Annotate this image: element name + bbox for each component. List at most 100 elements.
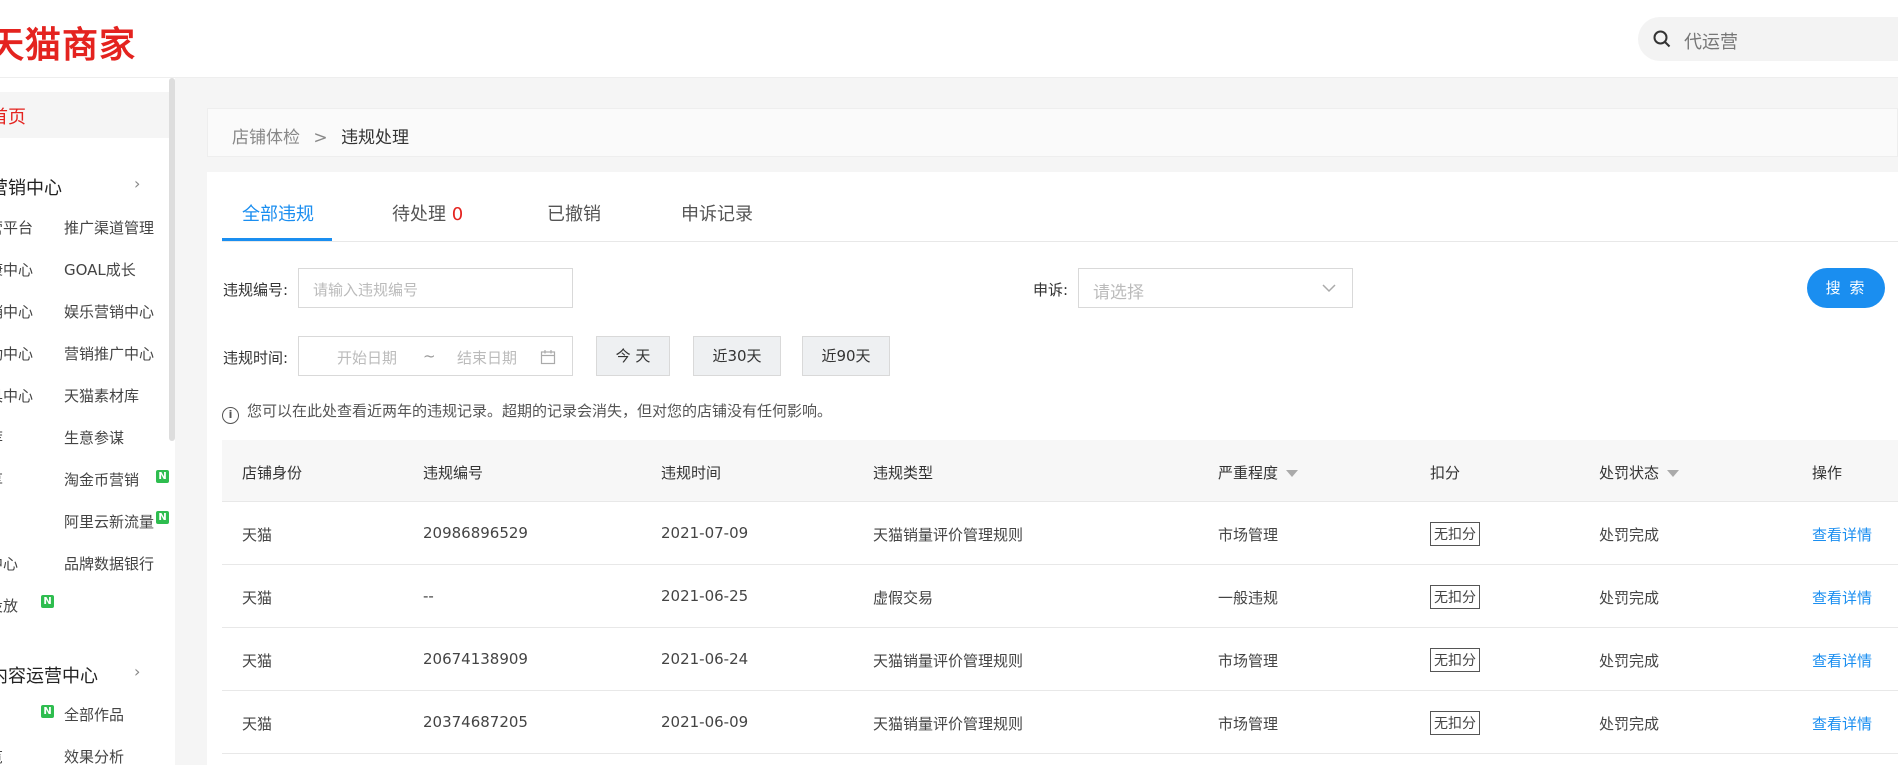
sidebar-item[interactable]: 具中心 xyxy=(0,385,33,406)
last-30-days-button[interactable]: 近30天 xyxy=(693,336,781,376)
cell-time: 2021-07-09 xyxy=(661,524,749,542)
cell-status: 处罚完成 xyxy=(1599,589,1660,607)
last-90-days-button[interactable]: 近90天 xyxy=(802,336,890,376)
table-row: 天猫 20674138909 2021-06-24 天猫销量评价管理规则 市场管… xyxy=(222,628,1898,691)
view-details-link[interactable]: 查看详情 xyxy=(1812,713,1872,734)
column-header: 处罚状态 xyxy=(1599,464,1660,482)
view-details-link[interactable]: 查看详情 xyxy=(1812,587,1872,608)
column-header: 严重程度 xyxy=(1218,464,1279,482)
cell-points-tag: 无扣分 xyxy=(1430,648,1480,672)
sidebar-item[interactable]: 推广渠道管理 xyxy=(64,217,154,238)
breadcrumb-parent[interactable]: 店铺体检 xyxy=(232,128,300,148)
active-tab-indicator xyxy=(222,238,332,241)
cell-severity: 一般违规 xyxy=(1218,589,1279,607)
cell-id: 20374687205 xyxy=(423,713,528,731)
search-input[interactable]: 代运营 xyxy=(1684,28,1738,54)
brand-logo[interactable]: 天猫商家 xyxy=(0,16,136,68)
sidebar-item[interactable]: 生意参谋 xyxy=(64,427,124,448)
new-badge: N xyxy=(41,705,54,718)
column-header: 违规类型 xyxy=(873,464,934,482)
chevron-right-icon[interactable]: › xyxy=(134,662,140,681)
chevron-right-icon[interactable]: › xyxy=(134,174,140,193)
appeal-select[interactable]: 请选择 xyxy=(1078,268,1353,308)
filter-icon[interactable] xyxy=(1286,470,1299,477)
sidebar: 首页 营销中心 › 营平台 推广渠道管理 康中心 GOAL成长 销中心 娱乐营销… xyxy=(0,78,175,765)
sidebar-item-label: 首页 xyxy=(0,107,26,128)
pending-count: 0 xyxy=(451,204,464,225)
cell-shop: 天猫 xyxy=(242,526,273,544)
appeal-placeholder: 请选择 xyxy=(1093,283,1144,303)
table-row: 天猫 20374687205 2021-06-09 天猫销量评价管理规则 市场管… xyxy=(222,691,1898,754)
cell-points-tag: 无扣分 xyxy=(1430,711,1480,735)
sidebar-section-content[interactable]: 内容运营中心 xyxy=(0,662,98,688)
sidebar-item[interactable]: GOAL成长 xyxy=(64,259,136,280)
sidebar-item[interactable]: 品牌数据银行 xyxy=(64,553,154,574)
tab-label: 待处理 xyxy=(392,204,446,225)
filter-icon[interactable] xyxy=(1667,470,1680,477)
search-icon xyxy=(1653,30,1671,48)
cell-type: 天猫销量评价管理规则 xyxy=(873,526,1024,544)
sidebar-item[interactable]: 营销推广中心 xyxy=(64,343,154,364)
sidebar-item[interactable]: 荐 xyxy=(0,427,3,448)
search-box[interactable]: 代运营 xyxy=(1638,17,1898,61)
violation-time-label: 违规时间: xyxy=(223,349,289,367)
sidebar-item[interactable]: 娱乐营销中心 xyxy=(64,301,154,322)
new-badge: N xyxy=(156,470,169,483)
search-button[interactable]: 搜 索 xyxy=(1807,268,1885,308)
end-date-input[interactable]: 结束日期 xyxy=(457,347,517,368)
table-row: 天猫 20986896529 2021-07-09 天猫销量评价管理规则 市场管… xyxy=(222,502,1898,565)
sidebar-item[interactable]: 投放 xyxy=(0,595,18,616)
breadcrumb-bar: 店铺体检 > 违规处理 xyxy=(207,108,1898,157)
column-header-severity: 严重程度 xyxy=(1218,462,1299,483)
column-header: 店铺身份 xyxy=(242,464,303,482)
date-range-picker[interactable]: 开始日期 ~ 结束日期 xyxy=(298,336,573,376)
cell-status: 处罚完成 xyxy=(1599,652,1660,670)
cell-shop: 天猫 xyxy=(242,652,273,670)
sidebar-item[interactable]: 全部作品 xyxy=(64,704,124,725)
sidebar-item[interactable]: 中心 xyxy=(0,553,18,574)
sidebar-item[interactable]: 营平台 xyxy=(0,217,33,238)
new-badge: N xyxy=(156,511,169,524)
cell-status: 处罚完成 xyxy=(1599,715,1660,733)
breadcrumb-separator: > xyxy=(313,128,328,148)
breadcrumb-current: 违规处理 xyxy=(341,128,410,148)
tab-all-violations[interactable]: 全部违规 xyxy=(242,200,314,226)
info-tip-text: 您可以在此处查看近两年的违规记录。超期的记录会消失，但对您的店铺没有任何影响。 xyxy=(247,402,833,420)
sidebar-item[interactable]: 览 xyxy=(0,746,3,765)
cell-type: 虚假交易 xyxy=(873,589,934,607)
sidebar-item[interactable]: 享 xyxy=(0,469,3,490)
tab-appeal-records[interactable]: 申诉记录 xyxy=(681,200,753,226)
sidebar-section-marketing[interactable]: 营销中心 xyxy=(0,174,62,200)
column-header-status: 处罚状态 xyxy=(1599,462,1680,483)
sidebar-item[interactable]: 康中心 xyxy=(0,259,33,280)
sidebar-item[interactable]: 效果分析 xyxy=(64,746,124,765)
date-range-separator: ~ xyxy=(423,347,436,365)
sidebar-item[interactable]: 动中心 xyxy=(0,343,33,364)
sidebar-item[interactable]: 天猫素材库 xyxy=(64,385,139,406)
column-header: 扣分 xyxy=(1430,464,1461,482)
sidebar-item-home[interactable]: 首页 xyxy=(0,92,169,138)
cell-severity: 市场管理 xyxy=(1218,715,1279,733)
column-header: 违规编号 xyxy=(423,464,484,482)
view-details-link[interactable]: 查看详情 xyxy=(1812,650,1872,671)
tab-bar: 全部违规 待处理 0 已撤销 申诉记录 xyxy=(222,172,1898,242)
table-header: 店铺身份 违规编号 违规时间 违规类型 严重程度 扣分 处罚状态 操作 xyxy=(222,440,1898,502)
appeal-label: 申诉: xyxy=(1033,281,1069,299)
cell-severity: 市场管理 xyxy=(1218,526,1279,544)
sidebar-scrollbar[interactable] xyxy=(169,78,175,441)
start-date-input[interactable]: 开始日期 xyxy=(337,347,397,368)
cell-points-tag: 无扣分 xyxy=(1430,585,1480,609)
cell-id: 20674138909 xyxy=(423,650,528,668)
violation-id-label: 违规编号: xyxy=(223,281,289,299)
sidebar-item[interactable]: 销中心 xyxy=(0,301,33,322)
tab-pending[interactable]: 待处理 0 xyxy=(392,200,463,226)
cell-time: 2021-06-24 xyxy=(661,650,749,668)
view-details-link[interactable]: 查看详情 xyxy=(1812,524,1872,545)
violation-id-input[interactable]: 请输入违规编号 xyxy=(298,268,573,308)
today-button[interactable]: 今 天 xyxy=(596,336,670,376)
cell-time: 2021-06-09 xyxy=(661,713,749,731)
main-panel: 全部违规 待处理 0 已撤销 申诉记录 违规编号: 请输入违规编号 申诉: 请选… xyxy=(207,172,1898,765)
tab-revoked[interactable]: 已撤销 xyxy=(547,200,601,226)
sidebar-item[interactable]: 淘金币营销 xyxy=(64,469,139,490)
sidebar-item[interactable]: 阿里云新流量 xyxy=(64,511,154,532)
